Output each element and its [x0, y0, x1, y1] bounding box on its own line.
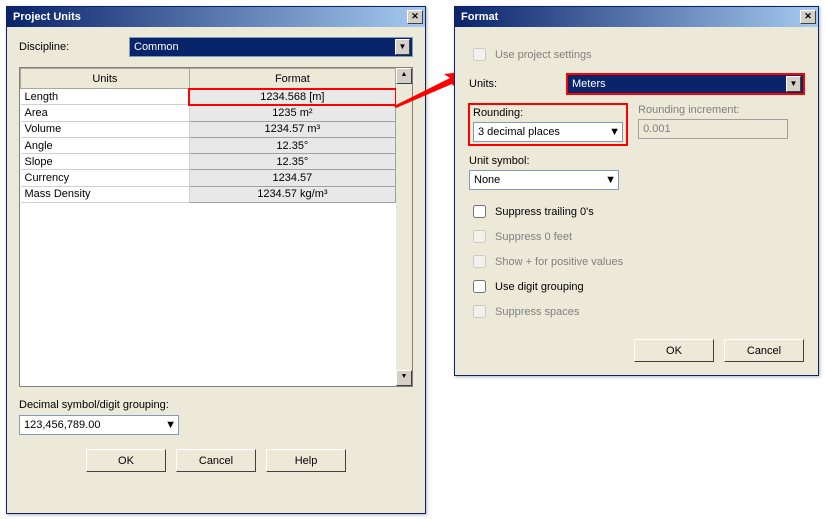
- unit-cell: Length: [21, 89, 190, 105]
- scrollbar[interactable]: ▲ ▼: [396, 68, 412, 386]
- cancel-button[interactable]: Cancel: [724, 339, 804, 362]
- unit-cell: Volume: [21, 121, 190, 137]
- checkbox-icon[interactable]: [473, 205, 486, 218]
- rounding-label: Rounding:: [473, 107, 623, 119]
- unit-cell: Slope: [21, 154, 190, 170]
- table-row: Angle 12.35°: [21, 137, 396, 153]
- unit-cell: Area: [21, 105, 190, 121]
- unit-cell: Currency: [21, 170, 190, 186]
- discipline-dropdown[interactable]: Common ▼: [129, 37, 413, 57]
- format-cell[interactable]: 1235 m²: [189, 105, 395, 121]
- scroll-track[interactable]: [396, 84, 412, 370]
- units-header[interactable]: Units: [21, 69, 190, 89]
- format-title: Format: [461, 11, 498, 23]
- decimal-grouping-dropdown[interactable]: 123,456,789.00 ▼: [19, 415, 179, 435]
- checkbox-icon: [473, 48, 486, 61]
- help-button[interactable]: Help: [266, 449, 346, 472]
- digit-grouping-checkbox[interactable]: Use digit grouping: [469, 277, 804, 296]
- use-project-settings-checkbox: Use project settings: [469, 45, 804, 64]
- unit-symbol-dropdown[interactable]: None ▼: [469, 170, 619, 190]
- unit-cell: Angle: [21, 137, 190, 153]
- units-value: Meters: [572, 78, 606, 90]
- unit-cell: Mass Density: [21, 186, 190, 202]
- show-plus-label: Show + for positive values: [495, 256, 623, 268]
- chevron-down-icon[interactable]: ▼: [609, 126, 620, 138]
- project-units-titlebar: Project Units ✕: [7, 7, 425, 27]
- checkbox-icon[interactable]: [473, 280, 486, 293]
- table-row: Currency 1234.57: [21, 170, 396, 186]
- rounding-increment-value: 0.001: [643, 123, 671, 135]
- scroll-down-icon[interactable]: ▼: [396, 370, 412, 386]
- discipline-value: Common: [134, 41, 179, 53]
- format-cell[interactable]: 1234.57 kg/m³: [189, 186, 395, 202]
- ok-button[interactable]: OK: [86, 449, 166, 472]
- format-dialog: Format ✕ Use project settings Units: Met…: [454, 6, 819, 376]
- suppress-spaces-checkbox: Suppress spaces: [469, 302, 804, 321]
- ok-button[interactable]: OK: [634, 339, 714, 362]
- format-cell-length[interactable]: 1234.568 [m]: [189, 89, 395, 105]
- checkbox-icon: [473, 305, 486, 318]
- format-cell[interactable]: 1234.57: [189, 170, 395, 186]
- chevron-down-icon[interactable]: ▼: [165, 419, 176, 431]
- chevron-down-icon[interactable]: ▼: [786, 76, 801, 92]
- close-icon[interactable]: ✕: [407, 10, 423, 24]
- use-project-settings-label: Use project settings: [495, 49, 592, 61]
- decimal-label: Decimal symbol/digit grouping:: [19, 399, 413, 411]
- format-cell[interactable]: 12.35°: [189, 154, 395, 170]
- unit-symbol-value: None: [474, 174, 500, 186]
- project-units-dialog: Project Units ✕ Discipline: Common ▼ Uni…: [6, 6, 426, 514]
- table-row: Slope 12.35°: [21, 154, 396, 170]
- table-row: Mass Density 1234.57 kg/m³: [21, 186, 396, 202]
- suppress-spaces-label: Suppress spaces: [495, 306, 579, 318]
- digit-grouping-label: Use digit grouping: [495, 281, 584, 293]
- suppress-0-feet-checkbox: Suppress 0 feet: [469, 227, 804, 246]
- close-icon[interactable]: ✕: [800, 10, 816, 24]
- chevron-down-icon[interactable]: ▼: [395, 39, 410, 55]
- project-units-title: Project Units: [13, 11, 81, 23]
- chevron-down-icon[interactable]: ▼: [605, 174, 616, 186]
- units-label: Units:: [469, 78, 559, 90]
- units-grid: Units Format Length 1234.568 [m] Area 12…: [19, 67, 413, 387]
- format-cell[interactable]: 12.35°: [189, 137, 395, 153]
- checkbox-icon: [473, 230, 486, 243]
- format-header[interactable]: Format: [189, 69, 395, 89]
- suppress-0-feet-label: Suppress 0 feet: [495, 231, 572, 243]
- table-row: Volume 1234.57 m³: [21, 121, 396, 137]
- discipline-label: Discipline:: [19, 41, 129, 53]
- suppress-trailing-checkbox[interactable]: Suppress trailing 0's: [469, 202, 804, 221]
- show-plus-checkbox: Show + for positive values: [469, 252, 804, 271]
- cancel-button[interactable]: Cancel: [176, 449, 256, 472]
- decimal-value: 123,456,789.00: [24, 419, 100, 431]
- units-dropdown[interactable]: Meters ▼: [567, 74, 804, 94]
- rounding-value: 3 decimal places: [478, 126, 560, 138]
- format-cell[interactable]: 1234.57 m³: [189, 121, 395, 137]
- scroll-up-icon[interactable]: ▲: [396, 68, 412, 84]
- rounding-increment-label: Rounding increment:: [638, 104, 788, 116]
- format-titlebar: Format ✕: [455, 7, 818, 27]
- rounding-dropdown[interactable]: 3 decimal places ▼: [473, 122, 623, 142]
- unit-symbol-label: Unit symbol:: [469, 155, 804, 167]
- checkbox-icon: [473, 255, 486, 268]
- table-row: Area 1235 m²: [21, 105, 396, 121]
- suppress-trailing-label: Suppress trailing 0's: [495, 206, 594, 218]
- rounding-increment-field: 0.001: [638, 119, 788, 139]
- table-row: Length 1234.568 [m]: [21, 89, 396, 105]
